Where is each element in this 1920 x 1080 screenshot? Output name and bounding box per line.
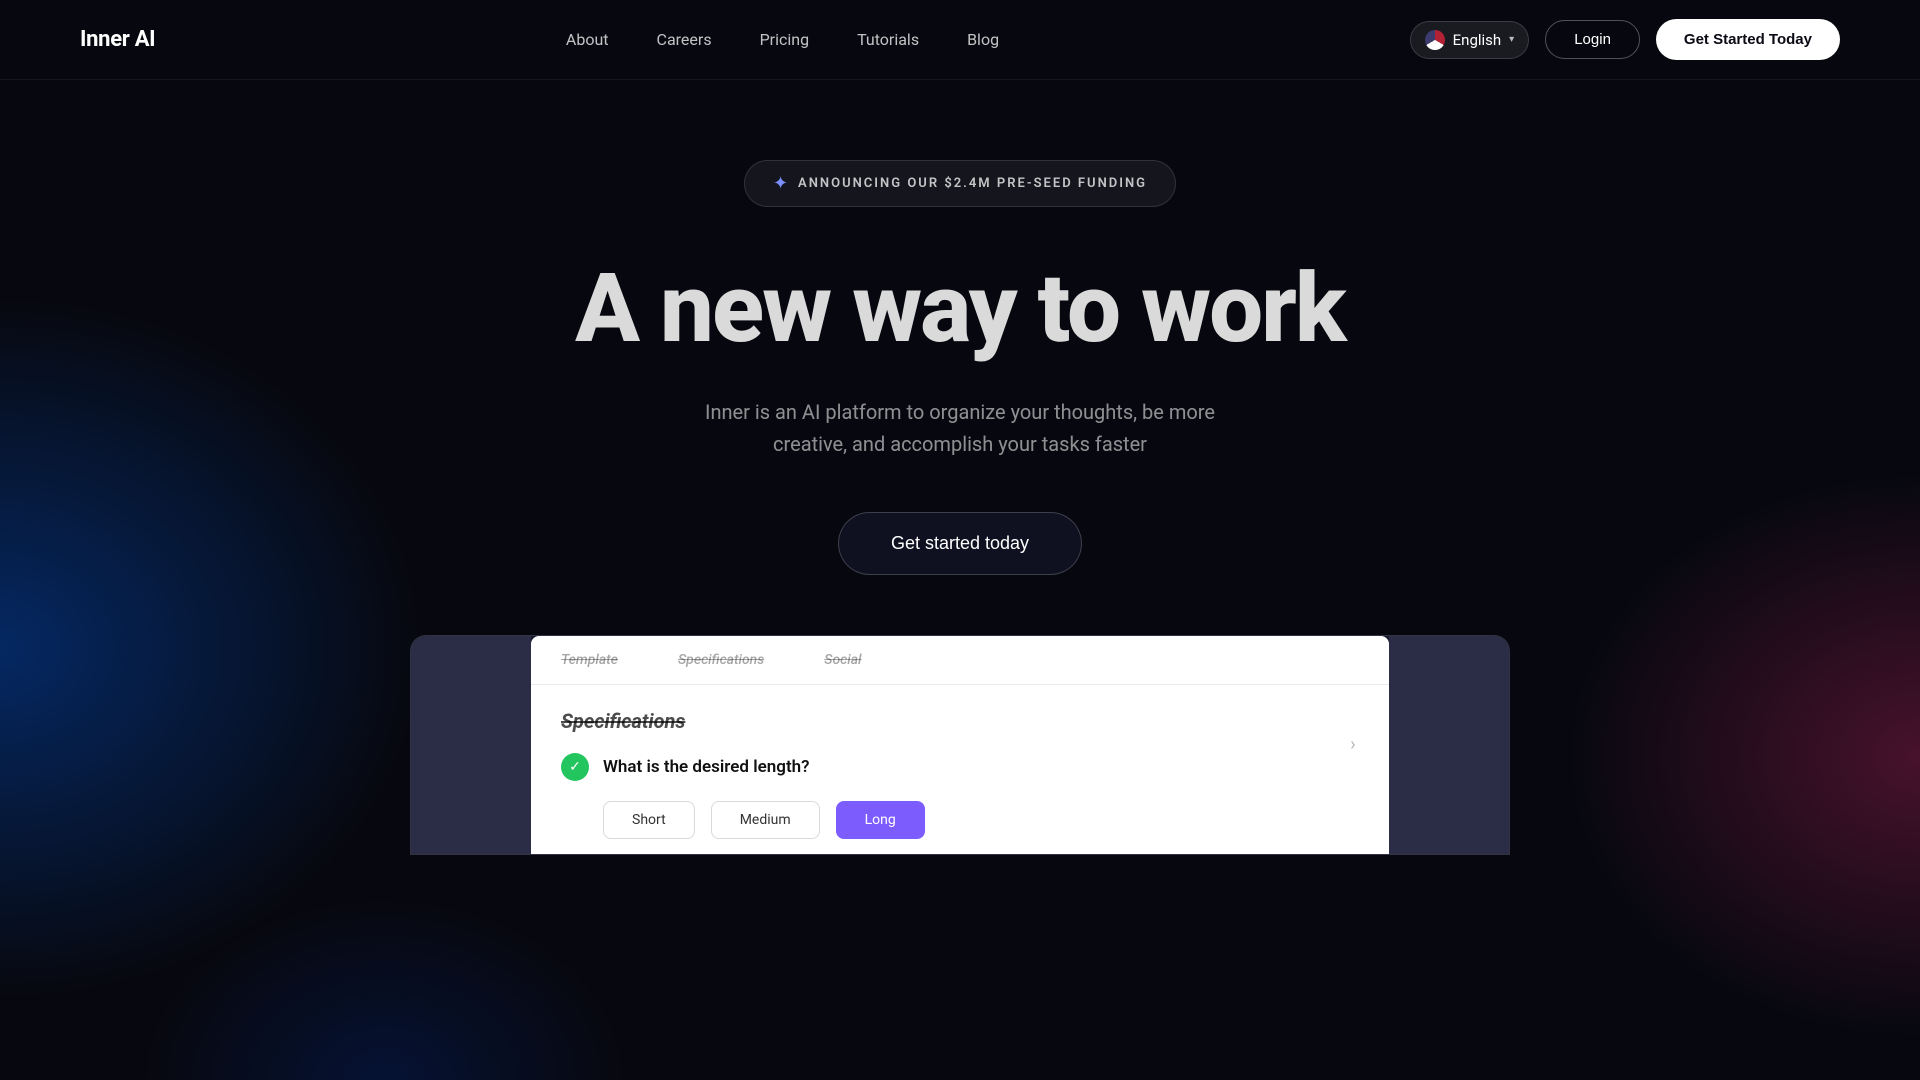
- navbar: Inner AI About Careers Pricing Tutorials…: [0, 0, 1920, 80]
- app-option-long[interactable]: Long: [836, 801, 925, 839]
- chevron-down-icon: ▾: [1509, 34, 1514, 45]
- login-button[interactable]: Login: [1545, 20, 1640, 59]
- app-right-panel: [1389, 636, 1509, 854]
- nav-link-blog[interactable]: Blog: [967, 30, 999, 49]
- hero-subtitle: Inner is an AI platform to organize your…: [680, 396, 1240, 460]
- get-started-nav-button[interactable]: Get Started Today: [1656, 19, 1840, 60]
- flag-icon: [1425, 30, 1445, 50]
- app-option-medium[interactable]: Medium: [711, 801, 820, 839]
- language-selector[interactable]: English ▾: [1410, 21, 1530, 59]
- language-label: English: [1453, 31, 1502, 49]
- nav-link-tutorials[interactable]: Tutorials: [857, 30, 919, 49]
- sparkle-icon: ✦: [773, 173, 788, 194]
- app-preview-inner: Template Specifications Social Specifica…: [531, 636, 1389, 854]
- app-sidebar: [411, 636, 531, 854]
- check-icon: ✓: [561, 753, 589, 781]
- hero-cta-button[interactable]: Get started today: [838, 512, 1082, 575]
- app-tab-template[interactable]: Template: [561, 652, 618, 668]
- nav-links: About Careers Pricing Tutorials Blog: [566, 30, 999, 49]
- hero-section: ✦ ANNOUNCING OUR $2.4M PRE-SEED FUNDING …: [0, 80, 1920, 575]
- nav-link-pricing[interactable]: Pricing: [760, 30, 810, 49]
- app-tabs: Template Specifications Social: [531, 636, 1389, 685]
- app-options: Short Medium Long: [603, 801, 1359, 839]
- nav-actions: English ▾ Login Get Started Today: [1410, 19, 1840, 60]
- hero-title: A new way to work: [575, 259, 1345, 360]
- nav-link-about[interactable]: About: [566, 30, 609, 49]
- app-tab-specifications[interactable]: Specifications: [678, 652, 764, 668]
- app-option-short[interactable]: Short: [603, 801, 695, 839]
- app-content: Specifications ✓ What is the desired len…: [531, 685, 1389, 854]
- next-arrow-icon[interactable]: ›: [1337, 729, 1369, 761]
- announcement-text: ANNOUNCING OUR $2.4M PRE-SEED FUNDING: [798, 176, 1147, 191]
- brand-logo[interactable]: Inner AI: [80, 27, 155, 52]
- announcement-badge[interactable]: ✦ ANNOUNCING OUR $2.4M PRE-SEED FUNDING: [744, 160, 1176, 207]
- app-question: What is the desired length?: [603, 757, 810, 777]
- app-section-title: Specifications: [561, 709, 1359, 733]
- app-tab-social[interactable]: Social: [824, 652, 861, 668]
- nav-link-careers[interactable]: Careers: [657, 30, 712, 49]
- app-preview: Template Specifications Social Specifica…: [410, 635, 1510, 855]
- app-question-row: ✓ What is the desired length?: [561, 753, 1359, 781]
